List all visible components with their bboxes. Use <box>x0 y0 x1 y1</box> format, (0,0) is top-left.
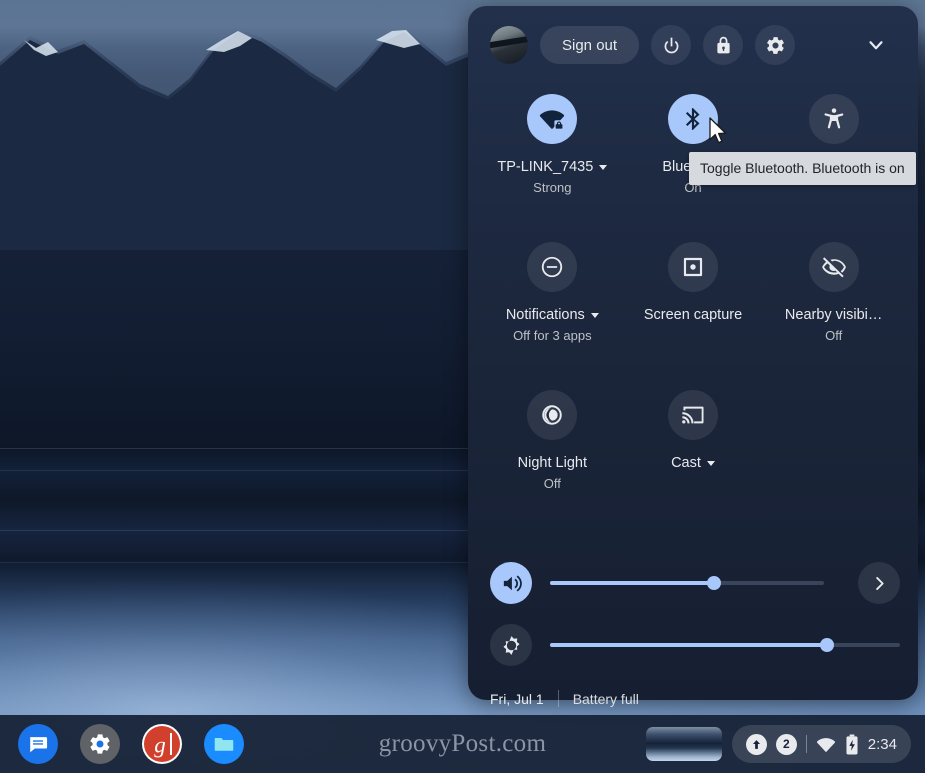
tray-divider <box>805 735 807 753</box>
clock-label[interactable]: 2:34 <box>868 736 897 753</box>
tile-cast-label: Cast <box>671 454 715 473</box>
svg-text:g: g <box>154 733 166 758</box>
shelf-app-groovypost[interactable]: g <box>142 724 182 764</box>
mouse-cursor <box>709 117 727 144</box>
date-label[interactable]: Fri, Jul 1 <box>490 691 544 707</box>
tile-screen-capture[interactable]: Screen capture <box>623 242 764 390</box>
bluetooth-tooltip: Toggle Bluetooth. Bluetooth is on <box>689 152 916 185</box>
wifi-locked-icon-wrap <box>527 94 578 144</box>
bluetooth-icon <box>685 108 700 130</box>
volume-slider-row <box>490 552 900 614</box>
tile-night-light[interactable]: Night Light Off <box>482 390 623 538</box>
do-not-disturb-icon <box>542 256 563 278</box>
sign-out-button[interactable]: Sign out <box>540 26 640 64</box>
tile-wifi-sub: Strong <box>533 180 572 196</box>
volume-mute-button[interactable] <box>490 562 532 604</box>
settings-gear-icon <box>90 734 110 754</box>
quick-settings-panel: Sign out TP-LINK_7435 Strong On Notifica… <box>468 6 918 707</box>
tile-notifications-label-text: Notifications <box>505 307 585 323</box>
shelf-app-files[interactable] <box>204 724 244 764</box>
water-reflection-line <box>0 470 470 471</box>
eye-off-icon-wrap <box>808 242 859 292</box>
messages-icon <box>30 737 48 753</box>
volume-slider-thumb[interactable] <box>707 576 722 590</box>
water-reflection-line <box>0 448 470 449</box>
tile-wifi[interactable]: TP-LINK_7435 Strong <box>482 94 623 242</box>
arrow-up-circle-icon[interactable] <box>745 733 767 755</box>
shelf: g groovyPost.com 2 2:34 <box>0 715 925 773</box>
accessibility-icon-wrap <box>808 94 859 144</box>
wifi-icon[interactable] <box>816 734 836 754</box>
tile-wifi-label: TP-LINK_7435 <box>497 158 608 177</box>
shelf-status-area: 2 2:34 <box>645 725 925 763</box>
status-tray[interactable]: 2 2:34 <box>731 725 911 763</box>
volume-slider-track[interactable] <box>550 576 824 590</box>
footer-divider <box>557 690 559 707</box>
folder-icon <box>214 738 234 751</box>
brightness-icon <box>502 635 520 655</box>
chevron-down-icon[interactable] <box>599 165 608 171</box>
chevron-down-icon[interactable] <box>590 313 599 319</box>
do-not-disturb-icon-wrap <box>527 242 578 292</box>
power-button[interactable] <box>651 25 692 65</box>
shelf-app-messages[interactable] <box>18 724 58 764</box>
chevron-right-icon <box>875 576 884 590</box>
settings-button[interactable] <box>755 25 796 65</box>
battery-status-label[interactable]: Battery full <box>573 691 639 707</box>
tile-night-light-sub: Off <box>543 476 561 492</box>
accessibility-icon <box>824 108 843 129</box>
tile-night-light-label: Night Light <box>517 455 587 471</box>
volume-up-icon <box>503 574 522 592</box>
shelf-app-list: g <box>0 724 244 764</box>
tile-notifications-label: Notifications <box>506 306 599 325</box>
cast-icon <box>682 406 704 424</box>
tile-screen-capture-label: Screen capture <box>643 307 743 323</box>
audio-settings-button[interactable] <box>858 562 900 604</box>
screen-capture-icon-wrap <box>667 242 718 292</box>
tile-notifications-sub: Off for 3 apps <box>513 328 592 344</box>
slider-section <box>468 538 918 676</box>
tile-cast[interactable]: Cast <box>623 390 764 538</box>
tile-nearby-visibility-sub: Off <box>825 328 843 344</box>
arrow-up-icon <box>752 739 760 749</box>
water-reflection-line <box>0 530 470 531</box>
screen-capture-icon <box>683 257 703 277</box>
tile-wifi-label-text: TP-LINK_7435 <box>497 159 594 175</box>
water-reflection-line <box>0 562 470 563</box>
brightness-slider-track[interactable] <box>550 638 900 652</box>
groovypost-logo-icon: g <box>144 726 180 762</box>
lock-icon <box>716 36 730 53</box>
notification-count-badge[interactable]: 2 <box>775 733 797 755</box>
quick-settings-footer: Fri, Jul 1 Battery full <box>468 676 918 707</box>
window-preview-thumbnail[interactable] <box>645 727 722 761</box>
brightness-button[interactable] <box>490 624 532 666</box>
lock-button[interactable] <box>703 25 744 65</box>
shelf-app-settings[interactable] <box>80 724 120 764</box>
night-light-icon-wrap <box>527 390 578 440</box>
brightness-slider-fill <box>550 643 827 647</box>
chevron-down-icon <box>869 41 883 50</box>
chevron-down-icon[interactable] <box>706 461 715 467</box>
tile-cast-label-text: Cast <box>671 455 701 471</box>
tile-notifications[interactable]: Notifications Off for 3 apps <box>482 242 623 390</box>
quick-settings-header: Sign out <box>468 6 918 84</box>
settings-gear-icon <box>766 36 784 54</box>
mountain-ridge-graphic <box>0 0 470 250</box>
brightness-slider-thumb[interactable] <box>819 638 834 652</box>
eye-off-icon <box>821 257 846 278</box>
brightness-slider-row <box>490 614 900 676</box>
avatar[interactable] <box>490 26 528 64</box>
cast-icon-wrap <box>667 390 718 440</box>
tile-nearby-visibility[interactable]: Nearby visibi… Off <box>763 242 904 390</box>
collapse-panel-button[interactable] <box>858 27 894 63</box>
volume-slider-fill <box>550 581 715 585</box>
tile-nearby-visibility-label: Nearby visibi… <box>784 307 883 323</box>
wifi-locked-icon <box>540 110 565 130</box>
power-icon <box>664 37 679 53</box>
battery-charging-icon[interactable] <box>845 733 859 755</box>
night-light-icon <box>542 405 563 425</box>
